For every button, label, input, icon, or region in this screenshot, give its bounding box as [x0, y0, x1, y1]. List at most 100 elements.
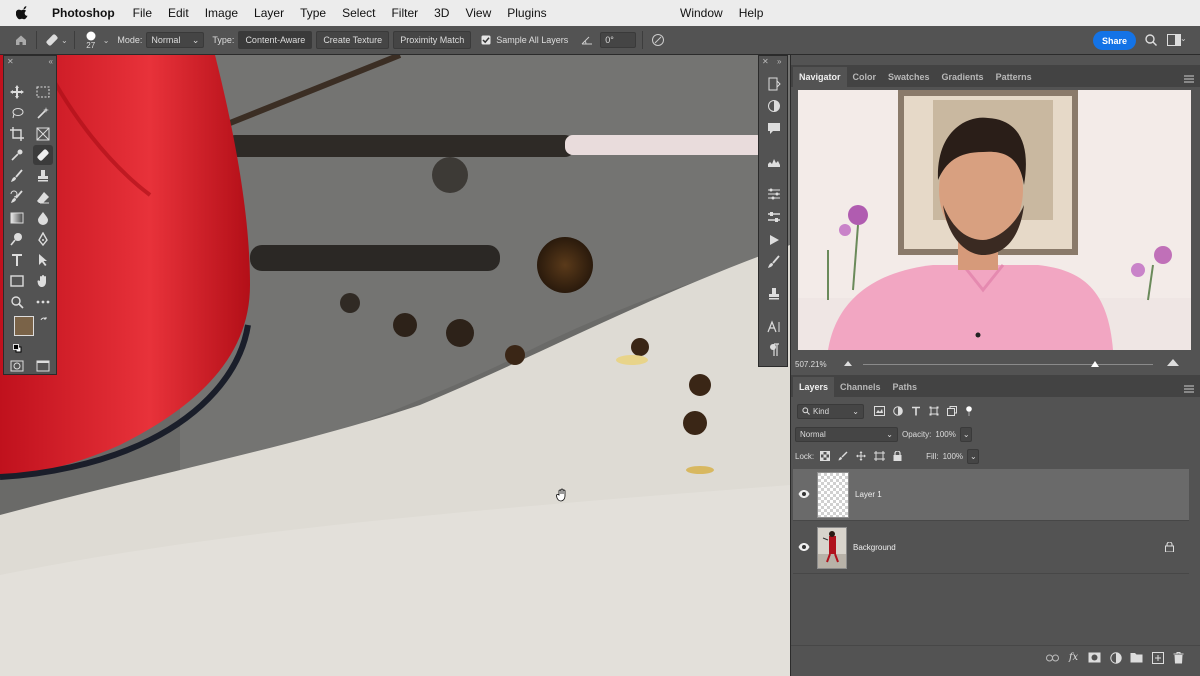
path-selection-icon[interactable] [33, 250, 53, 270]
spot-healing-brush-icon[interactable] [33, 145, 53, 165]
expand-icon[interactable]: » [777, 57, 781, 66]
brush-size-picker[interactable]: 27 [81, 31, 101, 50]
properties-panel-icon[interactable] [766, 209, 782, 225]
add-mask-icon[interactable] [1088, 651, 1101, 664]
move-tool-icon[interactable] [7, 82, 27, 102]
zoom-tool-icon[interactable] [7, 292, 27, 312]
actions-panel-icon[interactable] [766, 232, 782, 248]
adjustment-layer-icon[interactable] [1109, 651, 1122, 664]
tab-channels[interactable]: Channels [834, 377, 887, 397]
apple-logo-icon[interactable] [16, 6, 30, 20]
mode-dropdown[interactable]: Normal ⌄ [146, 32, 205, 48]
clone-source-panel-icon[interactable] [766, 286, 782, 302]
tab-navigator[interactable]: Navigator [793, 67, 847, 87]
tab-swatches[interactable]: Swatches [882, 67, 936, 87]
lock-image-pixels-icon[interactable] [838, 451, 848, 461]
create-texture-button[interactable]: Create Texture [316, 31, 390, 49]
menu-image[interactable]: Image [197, 6, 246, 20]
menu-filter[interactable]: Filter [383, 6, 426, 20]
new-layer-icon[interactable] [1151, 651, 1164, 664]
rectangle-tool-icon[interactable] [7, 271, 27, 291]
brush-tool-icon[interactable] [7, 166, 27, 186]
menu-view[interactable]: View [457, 6, 499, 20]
close-icon[interactable]: ✕ [7, 57, 14, 66]
panel-menu-icon[interactable] [1184, 72, 1194, 83]
history-panel-icon[interactable] [766, 76, 782, 92]
filter-toggle-icon[interactable] [965, 406, 973, 416]
menu-plugins[interactable]: Plugins [499, 6, 554, 20]
link-layers-icon[interactable] [1046, 651, 1059, 664]
fx-icon[interactable]: fx [1067, 651, 1080, 664]
layer-name[interactable]: Background [853, 543, 896, 552]
share-button[interactable]: Share [1093, 31, 1136, 50]
zoom-value[interactable]: 507.21% [795, 360, 827, 369]
zoom-slider[interactable] [863, 361, 1153, 367]
filter-type-icon[interactable] [911, 406, 921, 416]
foreground-color-swatch[interactable] [14, 316, 34, 336]
opacity-value[interactable]: 100% [935, 430, 955, 439]
tab-paths[interactable]: Paths [887, 377, 924, 397]
lock-icon[interactable] [1165, 541, 1175, 553]
menu-edit[interactable]: Edit [160, 6, 197, 20]
history-brush-icon[interactable] [7, 187, 27, 207]
default-colors-icon[interactable] [13, 342, 22, 356]
lock-artboard-icon[interactable] [874, 451, 886, 461]
eraser-icon[interactable] [33, 187, 53, 207]
home-icon[interactable] [12, 31, 30, 49]
dodge-tool-icon[interactable] [7, 229, 27, 249]
lock-position-icon[interactable] [856, 451, 867, 461]
chevron-down-icon[interactable]: ⌄ [1180, 34, 1187, 43]
chevron-down-icon[interactable]: ⌄ [61, 36, 68, 45]
healing-brush-preset-icon[interactable] [43, 31, 61, 49]
histogram-panel-icon[interactable] [766, 154, 782, 170]
chevron-down-icon[interactable]: ⌄ [103, 36, 110, 45]
angle-input[interactable]: 0° [600, 32, 637, 48]
hand-tool-icon[interactable] [33, 271, 53, 291]
document-canvas[interactable] [0, 55, 790, 676]
fill-dropdown[interactable]: ⌄ [967, 448, 980, 464]
visibility-eye-icon[interactable] [798, 488, 810, 500]
clone-stamp-icon[interactable] [33, 166, 53, 186]
layer-name[interactable]: Layer 1 [855, 490, 882, 499]
blend-mode-dropdown[interactable]: Normal ⌄ [795, 426, 898, 442]
paragraph-panel-icon[interactable] [766, 342, 782, 358]
delete-layer-icon[interactable] [1172, 651, 1185, 664]
content-aware-button[interactable]: Content-Aware [238, 31, 313, 49]
collapse-icon[interactable]: « [49, 57, 53, 66]
brushes-panel-icon[interactable] [766, 254, 782, 270]
layer-row-layer-1[interactable]: Layer 1 [793, 469, 1189, 521]
search-icon[interactable] [1142, 31, 1160, 49]
type-tool-icon[interactable] [7, 250, 27, 270]
quick-mask-icon[interactable] [7, 356, 27, 376]
screen-mode-icon[interactable] [33, 356, 53, 376]
layer-kind-filter[interactable]: Kind ⌄ [797, 403, 864, 419]
diffusion-brush-icon[interactable] [649, 31, 667, 49]
lasso-tool-icon[interactable] [7, 103, 27, 123]
menu-type[interactable]: Type [292, 6, 334, 20]
zoom-slider-thumb[interactable] [1091, 361, 1099, 367]
sample-all-layers-checkbox[interactable]: Sample All Layers [481, 35, 568, 45]
layer-row-background[interactable]: Background [793, 522, 1189, 574]
blur-tool-icon[interactable] [33, 208, 53, 228]
menu-select[interactable]: Select [334, 6, 383, 20]
opacity-dropdown[interactable]: ⌄ [959, 426, 972, 442]
new-group-icon[interactable] [1130, 651, 1143, 664]
frame-tool-icon[interactable] [33, 124, 53, 144]
zoom-in-icon[interactable] [1166, 357, 1180, 369]
marquee-tool-icon[interactable] [33, 82, 53, 102]
visibility-eye-icon[interactable] [798, 541, 810, 553]
menu-window[interactable]: Window [672, 6, 731, 20]
adjustments-panel-icon[interactable] [766, 186, 782, 202]
character-panel-icon[interactable] [766, 319, 782, 335]
fill-value[interactable]: 100% [943, 452, 963, 461]
filter-pixel-icon[interactable] [874, 406, 885, 416]
magic-wand-icon[interactable] [33, 103, 53, 123]
color-panel-icon[interactable] [766, 98, 782, 114]
eyedropper-icon[interactable] [7, 145, 27, 165]
zoom-out-icon[interactable] [843, 359, 853, 369]
comments-panel-icon[interactable] [766, 120, 782, 136]
filter-shape-icon[interactable] [929, 406, 939, 416]
tab-patterns[interactable]: Patterns [990, 67, 1038, 87]
tab-gradients[interactable]: Gradients [936, 67, 990, 87]
lock-all-icon[interactable] [893, 451, 902, 461]
